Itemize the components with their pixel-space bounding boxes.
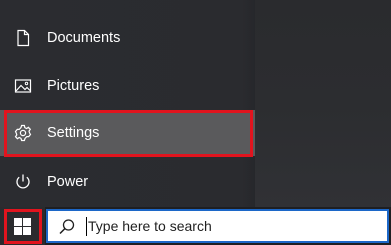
text-caret [86,217,87,236]
start-menu-item-label: Settings [47,125,100,141]
gear-icon [14,124,32,142]
start-menu-item-label: Documents [47,30,121,46]
start-menu-item-power[interactable]: Power [0,159,255,205]
power-icon [16,174,30,189]
start-menu-item-settings[interactable]: Settings [0,110,255,156]
start-menu-item-label: Pictures [47,78,100,94]
taskbar: Type here to search [0,207,391,245]
start-menu-item-label: Power [47,174,89,190]
pictures-icon [14,79,32,93]
search-placeholder: Type here to search [88,218,212,234]
start-menu-tiles-area [255,0,391,207]
start-menu-item-documents[interactable]: Documents [0,15,255,61]
search-icon [59,219,75,235]
search-box[interactable]: Type here to search [46,209,389,243]
start-menu-item-pictures[interactable]: Pictures [0,63,255,109]
windows-logo-icon [14,218,31,235]
document-icon [17,29,30,47]
start-menu-list: Documents Pictures Settings Power [0,0,255,207]
start-button[interactable] [0,207,45,245]
